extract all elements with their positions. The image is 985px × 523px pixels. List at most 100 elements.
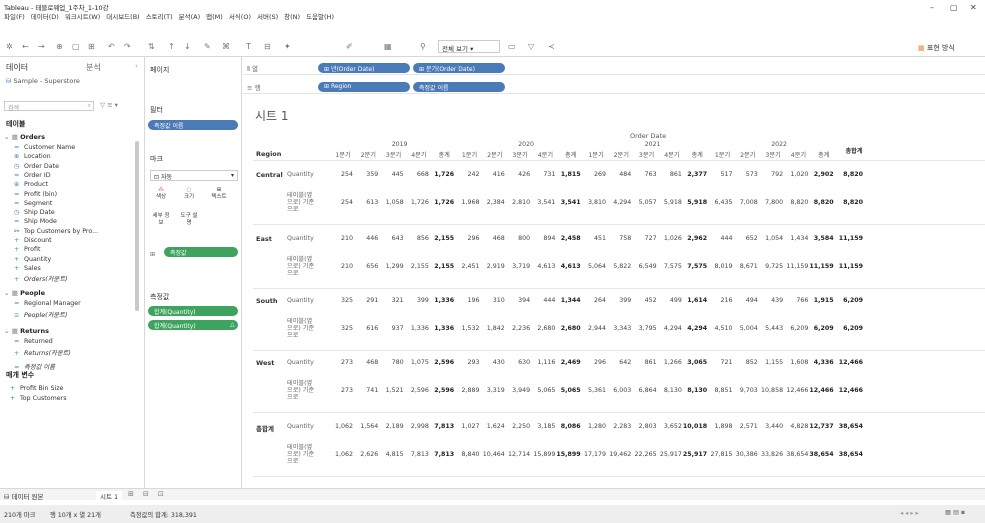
mark-type-icon: ⊡ (154, 174, 160, 181)
new-dashboard-icon[interactable]: ⊟ (143, 490, 149, 498)
columns-pill-year-label: 년(Order Date) (330, 66, 375, 73)
menu-item[interactable]: 창(N) (284, 11, 300, 21)
redo-icon[interactable]: ↷ (124, 42, 131, 51)
color-button[interactable]: ⁂ 색상 (152, 187, 170, 201)
menu-item[interactable]: 서버(S) (257, 11, 278, 21)
swap-icon[interactable]: ⇅ (148, 42, 155, 51)
marks-pill-measure-values[interactable]: 측정값 (164, 247, 238, 257)
datasource-item[interactable]: ⛁ Sample - Superstore (6, 77, 80, 85)
measure-label: Quantity (287, 171, 314, 178)
field-label: Quantity (24, 255, 52, 263)
view-fit-select[interactable]: 전체 보기 ▾ (438, 40, 500, 53)
collapse-icon[interactable]: ‹ (135, 62, 138, 70)
measure-pill-2[interactable]: 합계(Quantity) (148, 320, 238, 330)
columns-pill-year[interactable]: ⊞ 년(Order Date) (318, 63, 410, 73)
sort-desc-icon[interactable]: ↓ (184, 42, 191, 51)
orders-table[interactable]: ⌄ ▦ Orders (4, 133, 45, 141)
detail-button[interactable]: 세부 정보 (152, 213, 170, 227)
tab-data[interactable]: 데이터 (6, 62, 28, 73)
add-sheet-icon[interactable]: ⊞ (88, 42, 95, 51)
view-toggle-icon[interactable]: ▦ ▤ ▪ (945, 509, 965, 516)
columns-shelf[interactable]: ⦀ 열 ⊞ 년(Order Date) ⊞ 분기(Order Date) (243, 61, 985, 75)
show-me-button[interactable]: ▦ 표현 방식 (918, 43, 955, 53)
field-label: Returns(카운트) (24, 350, 71, 357)
labels-icon[interactable]: T (246, 42, 251, 51)
rows-shelf[interactable]: ≡ 행 ⊞ Region 측정값 이름 (243, 80, 985, 94)
people-table[interactable]: ⌄ ▦ People (4, 289, 45, 297)
fix-axes-icon[interactable]: ⊟ (264, 42, 271, 51)
share-icon[interactable]: ≺ (548, 42, 555, 51)
rows-pill-measure-names[interactable]: 측정값 이름 (413, 82, 505, 92)
back-icon[interactable]: ← (22, 42, 29, 51)
pin-toggle-icon[interactable]: ⚲ (420, 42, 426, 51)
field-item[interactable]: ⊕ Product (14, 181, 48, 188)
field-item[interactable]: + Sales (14, 265, 41, 272)
menu-item[interactable]: 스토리(T) (146, 11, 173, 21)
menu-item[interactable]: 서식(O) (229, 11, 251, 21)
new-datasource-icon[interactable]: ⊕ (56, 42, 63, 51)
field-item[interactable]: ≈ Regional Manager (14, 300, 81, 307)
field-item[interactable]: ≈ Order ID (14, 172, 51, 179)
menu-item[interactable]: 워크시트(W) (65, 11, 100, 21)
returns-table[interactable]: ⌄ ▦ Returns (4, 327, 49, 335)
pin-icon[interactable]: ✦ (284, 42, 291, 51)
measure-pill-1[interactable]: 합계(Quantity) (148, 306, 238, 316)
field-item[interactable]: ≈ Profit (bin) (14, 191, 57, 198)
field-type-icon: + (10, 385, 16, 392)
highlight-icon[interactable]: ✎ (204, 42, 211, 51)
new-story-icon[interactable]: ⊡ (158, 490, 164, 498)
field-label: Discount (24, 237, 52, 244)
field-item[interactable]: ⊕ Location (14, 153, 51, 160)
menu-item[interactable]: 분석(A) (179, 11, 200, 21)
scrollbar[interactable] (135, 141, 139, 311)
field-item[interactable]: + Returns(카운트) (14, 348, 71, 357)
filter-fields-icon[interactable]: ▽ ≡ ▾ (100, 101, 118, 109)
field-item[interactable]: ≈ Returned (14, 338, 53, 345)
menu-item[interactable]: 대시보드(B) (106, 11, 139, 21)
field-item[interactable]: ≈ Ship Mode (14, 218, 57, 225)
table-cell: 11,159 (809, 263, 834, 270)
menu-item[interactable]: 데이터(D) (31, 11, 59, 21)
presentation-icon[interactable]: ▭ (508, 42, 516, 51)
text-button[interactable]: ⊞ 텍스트 (208, 187, 230, 201)
save-icon[interactable]: ▢ (72, 42, 80, 51)
forward-icon[interactable]: → (38, 42, 45, 51)
mark-type-select[interactable]: ⊡ 자동 ▾ (150, 170, 238, 181)
sheet-tab[interactable]: 시트 1 (96, 491, 123, 501)
menu-item[interactable]: 도움말(H) (306, 11, 334, 21)
size-button[interactable]: ◌ 크기 (180, 187, 198, 201)
filter-pill-measure-names[interactable]: 측정값 이름 (148, 120, 238, 130)
undo-icon[interactable]: ↶ (108, 42, 115, 51)
nav-arrows-icon[interactable]: ◂ ◂ ▸ ▸ (900, 510, 919, 517)
field-item[interactable]: ≈ Customer Name (14, 144, 75, 151)
measure-label: 테이블(옆으로) 기준으로 (287, 444, 315, 465)
menu-item[interactable]: 파일(F) (4, 11, 25, 21)
field-item[interactable]: + Quantity (14, 256, 51, 263)
table-cell: 8,820 (813, 199, 834, 206)
field-item[interactable]: + Discount (14, 237, 52, 244)
tooltip-icon[interactable]: ▽ (528, 42, 534, 51)
pen-icon[interactable]: ✐ (346, 42, 353, 51)
search-input[interactable]: 검색 ⌕ (4, 101, 94, 112)
field-item[interactable]: ◷ Ship Date (14, 209, 55, 216)
sort-asc-icon[interactable]: ↑ (168, 42, 175, 51)
tableau-logo-icon[interactable]: ✲ (6, 42, 13, 51)
field-item[interactable]: ⚯ Top Customers by Pro... (14, 228, 98, 235)
field-item[interactable]: + Orders(카운트) (14, 274, 68, 283)
field-item[interactable]: + Profit (14, 246, 40, 253)
field-type-icon: + (14, 246, 20, 254)
tooltip-button[interactable]: 도구 설명 (180, 213, 198, 227)
new-sheet-icon[interactable]: ⊞ (128, 490, 134, 498)
tab-analysis[interactable]: 분석 (86, 62, 101, 73)
field-item[interactable]: ≈ Segment (14, 200, 52, 207)
group-icon[interactable]: ⌘ (222, 42, 230, 51)
rows-pill-region[interactable]: ⊞ Region (318, 82, 410, 92)
columns-pill-quarter[interactable]: ⊞ 분기(Order Date) (413, 63, 505, 73)
datasource-tab[interactable]: ⛁ 데이터 원본 (4, 491, 43, 501)
parameter-item[interactable]: + Top Customers (10, 395, 67, 402)
parameter-item[interactable]: + Profit Bin Size (10, 385, 63, 392)
grid-icon[interactable]: ▦ (384, 42, 392, 51)
field-item[interactable]: ≡ People(카운트) (14, 310, 67, 319)
menu-item[interactable]: 맵(M) (206, 11, 223, 21)
field-item[interactable]: ◷ Order Date (14, 163, 59, 170)
